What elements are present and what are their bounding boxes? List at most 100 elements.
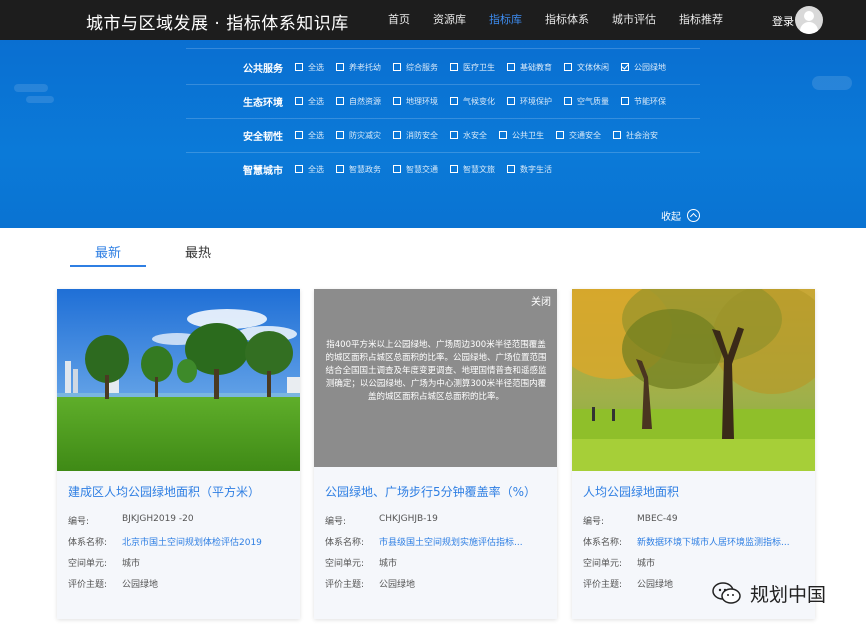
filter-option[interactable]: 文体休闲	[564, 62, 609, 73]
filter-panel: 公共服务 全选 养老托幼 综合服务 医疗卫生 基础教育 文体休闲 公园绿地 生态环境 全选 自然资源…	[0, 40, 866, 228]
filter-option-label: 节能环保	[634, 96, 666, 106]
filter-option[interactable]: 自然资源	[336, 96, 381, 107]
meta-value: 公园绿地	[122, 580, 159, 590]
filter-option[interactable]: 气候变化	[450, 96, 495, 107]
filter-option[interactable]: 全选	[295, 96, 324, 107]
login-link[interactable]: 登录	[772, 13, 794, 29]
decoration-shape	[14, 84, 48, 92]
checkbox[interactable]	[556, 131, 564, 139]
checkbox[interactable]	[450, 97, 458, 105]
wechat-icon	[712, 581, 741, 604]
filter-option[interactable]: 交通安全	[556, 130, 601, 141]
filter-option[interactable]: 综合服务	[393, 62, 438, 73]
checkbox[interactable]	[621, 63, 629, 71]
filter-option-label: 公共卫生	[512, 130, 544, 140]
checkbox[interactable]	[564, 97, 572, 105]
filter-option[interactable]: 公园绿地	[621, 62, 666, 73]
filter-option[interactable]: 智慧文旅	[450, 164, 495, 175]
checkbox[interactable]	[393, 131, 401, 139]
checkbox[interactable]	[295, 165, 303, 173]
checkbox[interactable]	[450, 63, 458, 71]
checkbox[interactable]	[564, 63, 572, 71]
meta-value: BJKJGH2019 -20	[122, 514, 194, 524]
filter-option[interactable]: 全选	[295, 130, 324, 141]
system-link[interactable]: 北京市国土空间规划体检评估2019	[122, 535, 262, 548]
checkbox[interactable]	[507, 97, 515, 105]
filter-option[interactable]: 智慧交通	[393, 164, 438, 175]
filter-option[interactable]: 智慧政务	[336, 164, 381, 175]
filter-option-label: 交通安全	[569, 130, 601, 140]
filter-option-label: 公园绿地	[634, 62, 666, 72]
filter-option-label: 医疗卫生	[463, 62, 495, 72]
tab-hottest[interactable]: 最热	[146, 242, 250, 267]
checkbox[interactable]	[450, 165, 458, 173]
description-overlay: 关闭 指400平方米以上公园绿地、广场周边300米半径范围覆盖的城区面积占城区总…	[314, 289, 557, 467]
filter-option[interactable]: 基础教育	[507, 62, 552, 73]
meta-key: 体系名称:	[583, 538, 623, 548]
filter-option[interactable]: 防灾减灾	[336, 130, 381, 141]
tab-latest[interactable]: 最新	[70, 242, 146, 267]
filter-option[interactable]: 全选	[295, 164, 324, 175]
filter-option[interactable]: 空气质量	[564, 96, 609, 107]
checkbox[interactable]	[336, 97, 344, 105]
meta-unit: 空间单元: 城市	[583, 556, 655, 569]
nav-home[interactable]: 首页	[388, 0, 410, 40]
checkbox[interactable]	[613, 131, 621, 139]
autumn-park-image[interactable]	[572, 289, 815, 471]
nav-city-assessment[interactable]: 城市评估	[612, 0, 656, 40]
filter-option[interactable]: 全选	[295, 62, 324, 73]
filter-option-label: 气候变化	[463, 96, 495, 106]
checkbox[interactable]	[295, 63, 303, 71]
filter-category-label: 生态环境	[243, 97, 283, 109]
filter-option[interactable]: 地理环境	[393, 96, 438, 107]
indicator-description: 指400平方米以上公园绿地、广场周边300米半径范围覆盖的城区面积占城区总面积的…	[325, 340, 547, 402]
checkbox[interactable]	[295, 97, 303, 105]
filter-option-label: 基础教育	[520, 62, 552, 72]
checkbox[interactable]	[336, 165, 344, 173]
park-lawn-image[interactable]	[57, 289, 300, 471]
filter-option[interactable]: 医疗卫生	[450, 62, 495, 73]
meta-value: MBEC-49	[637, 514, 678, 524]
meta-theme: 评价主题: 公园绿地	[583, 577, 673, 590]
system-link[interactable]: 市县级国土空间规划实施评估指标...	[379, 535, 523, 548]
filter-option-label: 文体休闲	[577, 62, 609, 72]
checkbox[interactable]	[499, 131, 507, 139]
card-title[interactable]: 人均公园绿地面积	[583, 483, 679, 500]
checkbox[interactable]	[295, 131, 303, 139]
nav-recommendations[interactable]: 指标推荐	[679, 0, 723, 40]
checkbox[interactable]	[393, 63, 401, 71]
decoration-shape	[812, 76, 852, 90]
checkbox[interactable]	[336, 131, 344, 139]
filter-option-label: 养老托幼	[349, 62, 381, 72]
indicator-card[interactable]: 关闭 指400平方米以上公园绿地、广场周边300米半径范围覆盖的城区面积占城区总…	[314, 289, 557, 619]
overlay-close-button[interactable]: 关闭	[531, 293, 551, 308]
filter-option[interactable]: 环境保护	[507, 96, 552, 107]
system-link[interactable]: 新数据环境下城市人居环境监测指标...	[637, 535, 790, 548]
filter-option[interactable]: 水安全	[450, 130, 487, 141]
checkbox[interactable]	[393, 97, 401, 105]
indicator-card[interactable]: 人均公园绿地面积 编号: MBEC-49 体系名称: 新数据环境下城市人居环境监…	[572, 289, 815, 619]
filter-option-label: 空气质量	[577, 96, 609, 106]
filter-option[interactable]: 社会治安	[613, 130, 658, 141]
filter-option[interactable]: 公共卫生	[499, 130, 544, 141]
filter-option[interactable]: 养老托幼	[336, 62, 381, 73]
user-avatar-icon[interactable]	[795, 6, 823, 34]
meta-key: 编号:	[325, 517, 347, 527]
checkbox[interactable]	[450, 131, 458, 139]
card-title[interactable]: 公园绿地、广场步行5分钟覆盖率（%）	[325, 483, 536, 500]
card-title[interactable]: 建成区人均公园绿地面积（平方米）	[68, 483, 260, 500]
checkbox[interactable]	[621, 97, 629, 105]
filter-option[interactable]: 数字生活	[507, 164, 552, 175]
checkbox[interactable]	[507, 63, 515, 71]
site-brand[interactable]: 城市与区域发展 · 指标体系知识库	[86, 9, 349, 34]
nav-indicators[interactable]: 指标库	[489, 0, 522, 40]
indicator-card[interactable]: 建成区人均公园绿地面积（平方米） 编号: BJKJGH2019 -20 体系名称…	[57, 289, 300, 619]
nav-resources[interactable]: 资源库	[433, 0, 466, 40]
checkbox[interactable]	[507, 165, 515, 173]
nav-indicator-systems[interactable]: 指标体系	[545, 0, 589, 40]
collapse-button[interactable]: 收起	[661, 208, 700, 223]
checkbox[interactable]	[336, 63, 344, 71]
checkbox[interactable]	[393, 165, 401, 173]
filter-option[interactable]: 消防安全	[393, 130, 438, 141]
filter-option[interactable]: 节能环保	[621, 96, 666, 107]
